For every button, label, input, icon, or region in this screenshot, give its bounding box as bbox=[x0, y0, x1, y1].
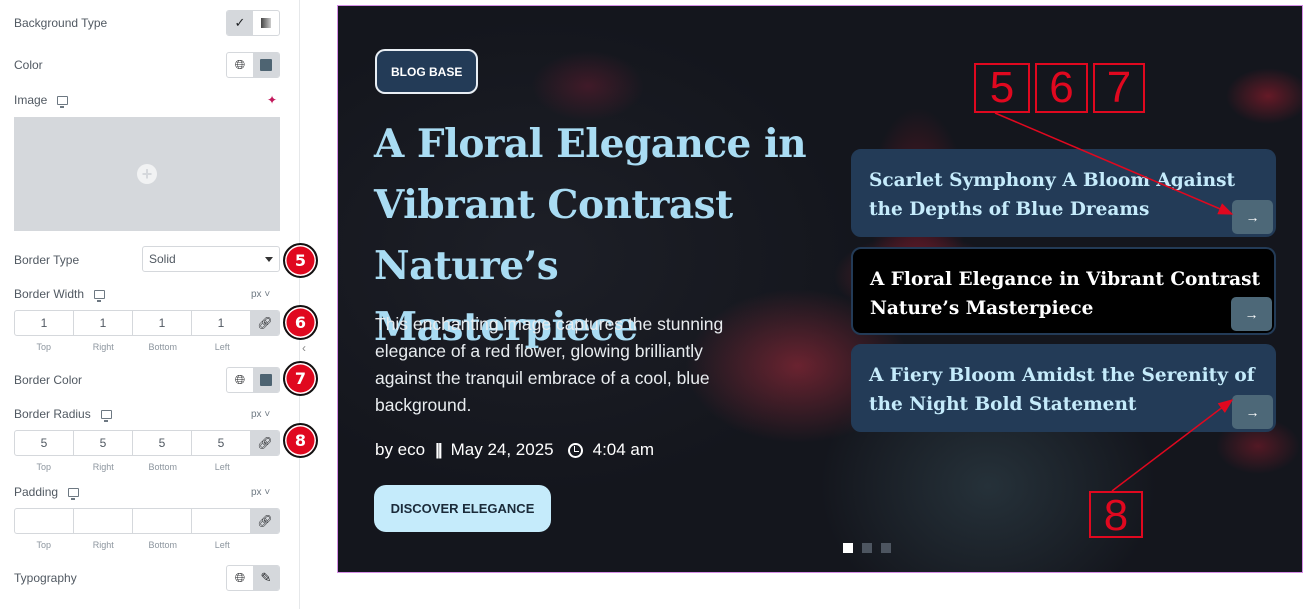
background-type-toggle[interactable]: ✓ bbox=[226, 10, 280, 36]
border-radius-bottom[interactable]: 5 bbox=[133, 431, 192, 455]
padding-unit[interactable]: px ˅ bbox=[251, 487, 270, 498]
border-type-label: Border Type bbox=[14, 253, 80, 267]
annotation-6: 6 bbox=[1035, 63, 1088, 113]
category-badge[interactable]: BLOG BASE bbox=[375, 49, 479, 94]
border-radius-top[interactable]: 5 bbox=[15, 431, 74, 455]
arrow-right-icon[interactable]: → bbox=[1231, 297, 1272, 331]
link-icon[interactable]: 🔗︎ bbox=[251, 431, 279, 455]
padding-label: Padding bbox=[14, 485, 80, 500]
border-color-label: Border Color bbox=[14, 373, 83, 387]
gradient-icon[interactable] bbox=[253, 11, 279, 35]
slide-card-title[interactable]: A Fiery Bloom Amidst the Serenity of the… bbox=[869, 361, 1269, 419]
border-color-swatch[interactable] bbox=[253, 368, 279, 392]
clock-icon bbox=[567, 442, 583, 458]
background-type-label: Background Type bbox=[14, 16, 108, 30]
pagination-dot[interactable] bbox=[862, 543, 872, 553]
hero-description: This enchanting image captures the stunn… bbox=[375, 314, 724, 415]
border-radius-inputs: 5 5 5 5 🔗︎ bbox=[14, 430, 280, 456]
slide-card-3[interactable]: A Fiery Bloom Amidst the Serenity of the… bbox=[851, 344, 1276, 432]
slide-card-title[interactable]: A Floral Elegance in Vibrant Contrast Na… bbox=[870, 265, 1270, 323]
globe-icon[interactable]: 🌐︎ bbox=[227, 368, 253, 392]
badge-8: 8 bbox=[283, 423, 318, 458]
border-radius-unit[interactable]: px ˅ bbox=[251, 409, 270, 420]
slide-card-1[interactable]: Scarlet Symphony A Bloom Against the Dep… bbox=[851, 149, 1276, 237]
arrow-right-icon[interactable]: → bbox=[1232, 200, 1273, 234]
color-label: Color bbox=[14, 58, 43, 72]
post-date: May 24, 2025 bbox=[450, 440, 554, 459]
color-swatch[interactable] bbox=[253, 53, 279, 77]
brush-icon[interactable]: ✓ bbox=[227, 11, 253, 35]
globe-icon[interactable]: 🌐︎ bbox=[227, 53, 253, 77]
padding-right[interactable] bbox=[74, 509, 133, 533]
border-radius-sides: Top Right Bottom Left bbox=[36, 462, 230, 472]
author[interactable]: by eco bbox=[375, 440, 425, 460]
padding-bottom[interactable] bbox=[133, 509, 192, 533]
pagination-dot[interactable] bbox=[843, 543, 853, 553]
post-meta: by eco || May 24, 2025 4:04 am bbox=[375, 440, 654, 460]
link-icon[interactable]: 🔗︎ bbox=[251, 311, 279, 335]
pencil-icon[interactable]: ✎ bbox=[253, 566, 279, 590]
border-color-control[interactable]: 🌐︎ bbox=[226, 367, 280, 393]
badge-7: 7 bbox=[283, 361, 318, 396]
add-image-icon[interactable]: + bbox=[137, 164, 157, 184]
border-width-bottom[interactable]: 1 bbox=[133, 311, 192, 335]
arrow-right-icon[interactable]: → bbox=[1232, 395, 1273, 429]
padding-sides: Top Right Bottom Left bbox=[36, 540, 230, 550]
collapse-panel-icon[interactable]: ‹ bbox=[302, 341, 306, 355]
border-radius-left[interactable]: 5 bbox=[192, 431, 251, 455]
badge-6: 6 bbox=[283, 305, 318, 340]
typography-control[interactable]: 🌐︎ ✎ bbox=[226, 565, 280, 591]
image-picker[interactable]: + bbox=[14, 117, 280, 231]
slider-pagination bbox=[843, 543, 891, 553]
ai-sparkle-icon[interactable]: ✦ bbox=[267, 93, 277, 107]
slider-preview: BLOG BASE A Floral Elegance in Vibrant C… bbox=[337, 5, 1303, 573]
padding-inputs: 🔗︎ bbox=[14, 508, 280, 534]
border-type-select[interactable]: Solid bbox=[142, 246, 280, 272]
chevron-down-icon bbox=[265, 257, 273, 262]
annotation-7: 7 bbox=[1093, 63, 1145, 113]
desktop-icon bbox=[100, 409, 112, 422]
editor-panel: Background Type ✓ Color 🌐︎ Image ✦ + Bor… bbox=[0, 0, 318, 609]
globe-icon[interactable]: 🌐︎ bbox=[227, 566, 253, 590]
desktop-icon bbox=[94, 289, 106, 302]
padding-left[interactable] bbox=[192, 509, 251, 533]
typography-label: Typography bbox=[14, 571, 77, 585]
border-radius-right[interactable]: 5 bbox=[74, 431, 133, 455]
post-time: 4:04 am bbox=[592, 440, 655, 459]
border-width-sides: Top Right Bottom Left bbox=[36, 342, 230, 352]
annotation-8: 8 bbox=[1089, 491, 1143, 539]
border-radius-label: Border Radius bbox=[14, 407, 112, 422]
link-icon[interactable]: 🔗︎ bbox=[251, 509, 279, 533]
border-width-unit[interactable]: px ˅ bbox=[251, 289, 270, 300]
badge-5: 5 bbox=[283, 243, 318, 278]
border-width-inputs: 1 1 1 1 🔗︎ bbox=[14, 310, 280, 336]
discover-button[interactable]: DISCOVER ELEGANCE bbox=[374, 485, 551, 532]
desktop-icon bbox=[57, 95, 69, 108]
slide-card-title[interactable]: Scarlet Symphony A Bloom Against the Dep… bbox=[869, 166, 1269, 224]
color-control[interactable]: 🌐︎ bbox=[226, 52, 280, 78]
desktop-icon bbox=[68, 487, 80, 500]
border-width-top[interactable]: 1 bbox=[15, 311, 74, 335]
border-width-left[interactable]: 1 bbox=[192, 311, 251, 335]
border-width-right[interactable]: 1 bbox=[74, 311, 133, 335]
image-label: Image bbox=[14, 93, 69, 108]
pagination-dot[interactable] bbox=[881, 543, 891, 553]
meta-separator: || bbox=[435, 440, 442, 459]
padding-top[interactable] bbox=[15, 509, 74, 533]
slide-card-2[interactable]: A Floral Elegance in Vibrant Contrast Na… bbox=[851, 247, 1276, 335]
border-width-label: Border Width bbox=[14, 287, 106, 302]
annotation-5: 5 bbox=[974, 63, 1030, 113]
